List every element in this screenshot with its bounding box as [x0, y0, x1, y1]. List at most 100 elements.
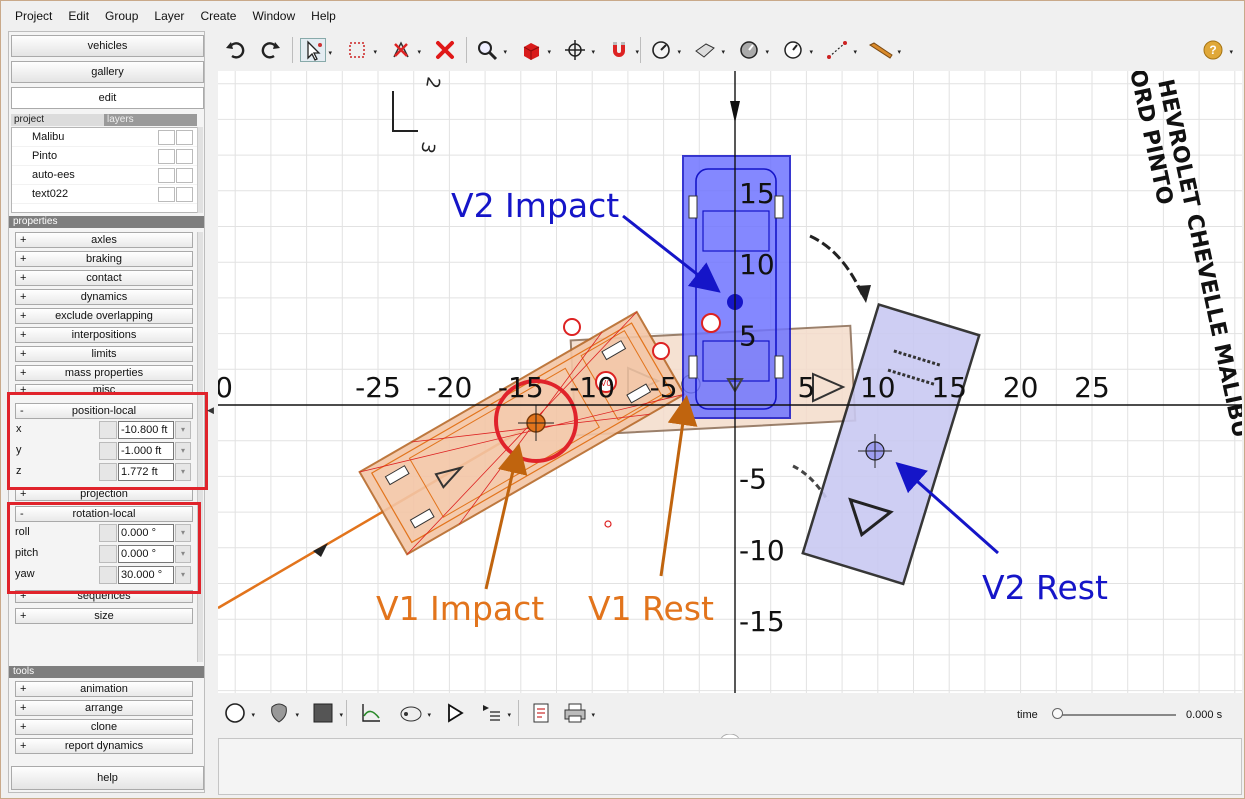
select-tool-button[interactable]: ▾ — [300, 38, 332, 62]
report-button[interactable] — [528, 701, 554, 725]
tool-clone[interactable]: + clone — [15, 719, 193, 735]
visibility-checkbox[interactable] — [158, 130, 175, 145]
sketch-marker-2: 2 — [421, 75, 444, 90]
simulate-button[interactable]: ▾ — [398, 701, 431, 725]
edit-button[interactable]: edit — [11, 87, 204, 109]
zoom-button[interactable]: ▾ — [474, 38, 507, 62]
tool-report-dynamics[interactable]: + report dynamics — [15, 738, 193, 754]
point-marker-icon — [604, 520, 612, 528]
project-item-label: auto-ees — [32, 169, 75, 181]
list-item[interactable]: auto-ees — [12, 166, 200, 185]
help-icon-button[interactable]: ? ▾ — [1200, 38, 1233, 62]
lock-checkbox[interactable] — [176, 168, 193, 183]
menu-layer[interactable]: Layer — [146, 9, 192, 23]
snap-button[interactable]: ▾ — [606, 38, 639, 62]
lock-checkbox[interactable] — [176, 130, 193, 145]
prop-contact[interactable]: + contact — [15, 270, 193, 286]
sketch-marker-3: 3 — [416, 140, 439, 155]
sequence-button[interactable]: ▾ — [478, 701, 511, 725]
app-window: Project Edit Group Layer Create Window H… — [0, 0, 1245, 799]
expand-icon: + — [20, 721, 27, 733]
undo-button[interactable] — [222, 38, 248, 62]
svg-text:?: ? — [1209, 43, 1216, 57]
play-button[interactable] — [442, 701, 468, 725]
v2-impact-label: V2 Impact — [451, 186, 619, 225]
prop-axles[interactable]: + axles — [15, 232, 193, 248]
x-tick-label: -25 — [355, 371, 401, 404]
vehicles-button[interactable]: vehicles — [11, 35, 204, 57]
box-select-button[interactable]: ▾ — [344, 38, 377, 62]
menu-window[interactable]: Window — [244, 9, 303, 23]
print-button[interactable]: ▾ — [562, 701, 595, 725]
speedometer-icon — [784, 41, 802, 59]
help-button[interactable]: help — [11, 766, 204, 790]
circle-shape-button[interactable]: ▾ — [222, 701, 255, 725]
visibility-checkbox[interactable] — [158, 149, 175, 164]
list-item[interactable]: Malibu — [12, 128, 200, 147]
report-icon — [533, 703, 549, 723]
menu-group[interactable]: Group — [97, 9, 146, 23]
prop-label: exclude overlapping — [55, 310, 153, 322]
tools-header: tools — [9, 666, 204, 678]
prop-size[interactable]: + size — [15, 608, 193, 624]
list-item[interactable]: text022 — [12, 185, 200, 204]
rotation-highlight-box — [7, 502, 201, 594]
time-slider-track[interactable] — [1056, 714, 1176, 716]
prop-interpositions[interactable]: + interpositions — [15, 327, 193, 343]
tool-animation[interactable]: + animation — [15, 681, 193, 697]
toolbar-separator — [466, 37, 467, 63]
shape-button[interactable]: ▾ — [266, 701, 299, 725]
gauge-icon — [652, 41, 670, 59]
visibility-checkbox[interactable] — [158, 168, 175, 183]
gauge-tool-button[interactable]: ▾ — [648, 38, 681, 62]
pencil-tool-button[interactable]: ▾ — [868, 38, 901, 62]
tab-layers[interactable]: layers — [104, 114, 197, 126]
time-slider-handle[interactable] — [1052, 708, 1063, 719]
visibility-checkbox[interactable] — [158, 187, 175, 202]
diagram-canvas[interactable]: 3 2 HEVROLET CHEVELLE MALIBU ORD PINTO V… — [218, 71, 1242, 693]
menu-create[interactable]: Create — [192, 9, 244, 23]
delete-button[interactable] — [432, 38, 458, 62]
tool-arrange[interactable]: + arrange — [15, 700, 193, 716]
prop-label: arrange — [85, 702, 123, 714]
tab-project[interactable]: project — [11, 114, 104, 126]
prop-dynamics[interactable]: + dynamics — [15, 289, 193, 305]
lock-checkbox[interactable] — [176, 187, 193, 202]
fill-color-button[interactable]: ▾ — [310, 701, 343, 725]
prop-mass-properties[interactable]: + mass properties — [15, 365, 193, 381]
y-tick-label: 15 — [739, 177, 775, 210]
3d-view-button[interactable]: ▾ — [518, 38, 551, 62]
expand-icon: + — [20, 310, 27, 322]
friction-tool-button[interactable]: ▾ — [736, 38, 769, 62]
menu-help[interactable]: Help — [303, 9, 344, 23]
menu-edit[interactable]: Edit — [60, 9, 97, 23]
prop-limits[interactable]: + limits — [15, 346, 193, 362]
measure-tool-button[interactable]: ▾ — [824, 38, 857, 62]
pencil-icon — [868, 42, 893, 59]
vehicle-sim-icon — [400, 706, 422, 722]
graph-button[interactable] — [358, 701, 384, 725]
gallery-button[interactable]: gallery — [11, 61, 204, 83]
x-tick-label: 25 — [1074, 371, 1110, 404]
prop-braking[interactable]: + braking — [15, 251, 193, 267]
surface-icon — [695, 43, 715, 58]
collapse-sidebar-icon[interactable]: ◀ — [207, 405, 214, 416]
speed-tool-button[interactable]: ▾ — [780, 38, 813, 62]
expand-icon: + — [20, 367, 27, 379]
lock-checkbox[interactable] — [176, 149, 193, 164]
delete-vertex-button[interactable]: ▾ — [388, 38, 421, 62]
redo-button[interactable] — [258, 38, 284, 62]
list-item[interactable]: Pinto — [12, 147, 200, 166]
move-button[interactable]: ▾ — [562, 38, 595, 62]
surface-tool-button[interactable]: ▾ — [692, 38, 725, 62]
menu-project[interactable]: Project — [7, 9, 60, 23]
expand-icon: + — [20, 272, 27, 284]
shield-shape-icon — [271, 703, 287, 723]
project-list-scrollbar[interactable] — [197, 127, 203, 213]
graph-icon — [362, 704, 380, 722]
project-tabs: project layers — [11, 114, 201, 126]
prop-exclude-overlapping[interactable]: + exclude overlapping — [15, 308, 193, 324]
dial-icon — [740, 41, 758, 59]
prop-label: interpositions — [71, 329, 137, 341]
y-tick-label: 5 — [739, 320, 757, 353]
